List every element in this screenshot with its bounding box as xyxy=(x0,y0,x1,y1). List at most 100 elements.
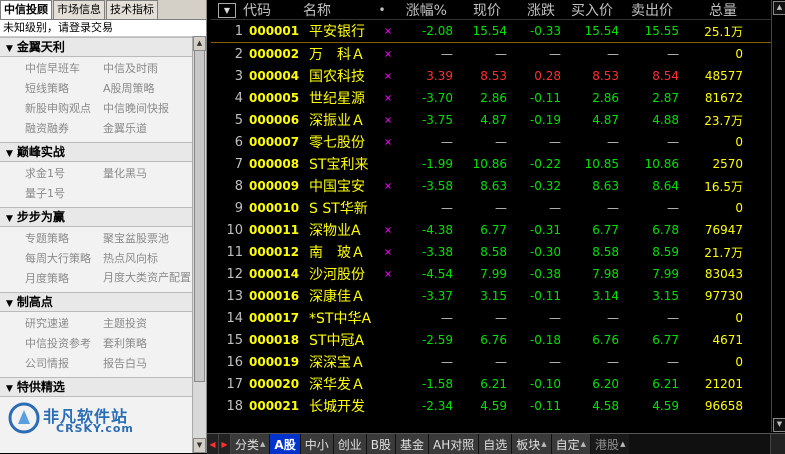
market-tab-label: 自选 xyxy=(483,437,508,452)
change-amount: -0.10 xyxy=(529,377,561,391)
table-row[interactable]: 15 000018 ST中冠A -2.59 6.76 -0.18 6.76 6.77 4671 xyxy=(211,329,771,351)
market-tab[interactable]: 创业 xyxy=(333,434,367,454)
menu-link[interactable]: 月度策略 xyxy=(25,269,103,289)
table-header: ▼ 代码 名称 • 涨幅% 现价 涨跌 买入价 卖出价 总量 xyxy=(211,0,771,20)
left-scrollbar[interactable]: ▲ ▼ xyxy=(192,36,206,453)
table-row[interactable]: 11 000012 南 玻Ａ × -3.38 8.58 -0.30 8.58 8.59 21.7万 xyxy=(211,241,771,263)
market-tab[interactable]: 基金 xyxy=(395,434,429,454)
tab-next-icon[interactable]: ▶ xyxy=(219,434,231,454)
section-header[interactable]: ▼ 步步为赢 xyxy=(0,207,206,227)
scroll-up-icon[interactable]: ▲ xyxy=(193,36,206,51)
table-row[interactable]: 18 000021 长城开发 -2.34 4.59 -0.11 4.58 4.59 96658 xyxy=(211,395,771,417)
header-change-pct[interactable]: 涨幅% xyxy=(391,0,447,20)
scroll-up-icon[interactable]: ▲ xyxy=(773,1,785,15)
table-row[interactable]: 7 000008 ST宝利来 -1.99 10.86 -0.22 10.85 10.86 257… xyxy=(211,153,771,175)
section-header[interactable]: ▼ 制高点 xyxy=(0,292,206,312)
menu-link[interactable]: 短线策略 xyxy=(25,79,103,99)
market-tab[interactable]: 自定 ▲ xyxy=(551,434,592,454)
menu-link[interactable]: 研究速递 xyxy=(25,314,103,334)
header-volume[interactable]: 总量 xyxy=(673,0,737,20)
tab-market-info[interactable]: 市场信息 xyxy=(53,0,105,19)
scroll-thumb[interactable] xyxy=(194,50,205,382)
market-tab[interactable]: AH对照 xyxy=(428,434,480,454)
market-tab[interactable]: B股 xyxy=(366,434,396,454)
last-price: 6.21 xyxy=(480,377,507,391)
table-row[interactable]: 1 000001 平安银行 × -2.08 15.54 -0.33 15.54 15.55 25.… xyxy=(211,20,771,43)
row-index: 12 xyxy=(226,266,243,282)
menu-link[interactable]: A股周策略 xyxy=(103,79,203,99)
section-header[interactable]: ▼ 巅峰实战 xyxy=(0,142,206,162)
dropdown-menu-icon[interactable]: ▼ xyxy=(218,3,236,18)
menu-link[interactable]: 中信及时雨 xyxy=(103,59,203,79)
menu-link[interactable]: 金翼乐道 xyxy=(103,119,203,139)
grid-scrollbar[interactable]: ▲ ▼ xyxy=(771,0,785,432)
table-row[interactable]: 9 000010 S ST华新 — — — — — 0 xyxy=(211,197,771,219)
header-name[interactable]: 名称 xyxy=(303,0,373,20)
margin-mark: × xyxy=(383,92,393,104)
section-title: 巅峰实战 xyxy=(16,145,65,159)
section-header[interactable]: ▼ 金翼天利 xyxy=(0,37,206,57)
header-menu[interactable]: ▼ xyxy=(211,1,243,18)
scroll-down-icon[interactable]: ▼ xyxy=(773,418,785,432)
change-amount: -0.18 xyxy=(529,333,561,347)
table-row[interactable]: 16 000019 深深宝Ａ — — — — — 0 xyxy=(211,351,771,373)
market-tab-label: 板块 xyxy=(516,437,541,452)
tab-technical-indicators[interactable]: 技术指标 xyxy=(106,0,158,19)
login-status[interactable]: 未知级别，请登录交易 xyxy=(0,20,206,37)
menu-link[interactable]: 公司情报 xyxy=(25,354,103,374)
menu-link[interactable]: 热点风向标 xyxy=(103,249,203,269)
menu-link[interactable]: 中信晚间快报 xyxy=(103,99,203,119)
menu-link[interactable]: 中信早班车 xyxy=(25,59,103,79)
last-price: — xyxy=(495,135,507,149)
menu-link[interactable]: 聚宝盆股票池 xyxy=(103,229,203,249)
table-row[interactable]: 13 000016 深康佳Ａ -3.37 3.15 -0.11 3.14 3.15 97730 xyxy=(211,285,771,307)
table-row[interactable]: 10 000011 深物业A × -4.38 6.77 -0.31 6.77 6.78 76947 xyxy=(211,219,771,241)
section-zhigaodian: ▼ 制高点 研究速递 主题投资 中信投资参考 套利策略 公司情报 报告白马 xyxy=(0,292,206,377)
header-price[interactable]: 现价 xyxy=(447,0,501,20)
market-tab[interactable]: 中小 xyxy=(300,434,334,454)
table-row[interactable]: 17 000020 深华发Ａ -1.58 6.21 -0.10 6.20 6.21 21201 xyxy=(211,373,771,395)
table-row[interactable]: 6 000007 零七股份 × — — — — — 0 xyxy=(211,131,771,153)
tab-zhongxin-tougu[interactable]: 中信投顾 xyxy=(0,0,52,19)
menu-link[interactable]: 量化黑马 xyxy=(103,164,203,184)
menu-link[interactable]: 月度大类资产配置 xyxy=(103,269,203,289)
market-tab[interactable]: 分类 ▲ xyxy=(231,434,271,454)
header-bid[interactable]: 买入价 xyxy=(555,0,613,20)
tab-prev-icon[interactable]: ◀ xyxy=(207,434,219,454)
scroll-down-icon[interactable]: ▼ xyxy=(193,438,206,453)
menu-link[interactable]: 求金1号 xyxy=(25,164,103,184)
menu-link[interactable]: 报告白马 xyxy=(103,354,203,374)
header-code[interactable]: 代码 xyxy=(243,0,303,20)
table-row[interactable]: 5 000006 深振业Ａ × -3.75 4.87 -0.19 4.87 4.88 23.7万 xyxy=(211,109,771,131)
bid-price: 4.58 xyxy=(592,399,619,413)
stock-code: 000004 xyxy=(249,69,300,83)
bid-price: 7.98 xyxy=(592,267,619,281)
section-header[interactable]: ▼ 特供精选 xyxy=(0,377,206,397)
table-row[interactable]: 3 000004 国农科技 × 3.39 8.53 0.28 8.53 8.54 48577 xyxy=(211,65,771,87)
header-change[interactable]: 涨跌 xyxy=(501,0,555,20)
section-title: 步步为赢 xyxy=(16,210,65,224)
menu-link[interactable]: 套利策略 xyxy=(103,334,203,354)
change-amount: -0.38 xyxy=(529,267,561,281)
table-row[interactable]: 2 000002 万 科Ａ × — — — — — 0 xyxy=(211,43,771,65)
market-tab[interactable]: 港股 ▲ xyxy=(591,434,631,454)
change-amount: — xyxy=(549,47,561,61)
table-row[interactable]: 4 000005 世纪星源 × -3.70 2.86 -0.11 2.86 2.87 81672 xyxy=(211,87,771,109)
header-ask[interactable]: 卖出价 xyxy=(613,0,673,20)
menu-link[interactable]: 量子1号 xyxy=(25,184,103,204)
market-tab[interactable]: 自选 xyxy=(479,434,513,454)
menu-link[interactable]: 专题策略 xyxy=(25,229,103,249)
menu-link[interactable]: 中信投资参考 xyxy=(25,334,103,354)
table-row[interactable]: 8 000009 中国宝安 × -3.58 8.63 -0.32 8.63 8.64 16.5万 xyxy=(211,175,771,197)
menu-link[interactable]: 每周大行策略 xyxy=(25,249,103,269)
header-mark[interactable]: • xyxy=(373,3,391,17)
stock-code: 000007 xyxy=(249,135,300,149)
table-row[interactable]: 14 000017 *ST中华A — — — — — 0 xyxy=(211,307,771,329)
ask-price: 6.78 xyxy=(652,223,679,237)
menu-link[interactable]: 新股申购观点 xyxy=(25,99,103,119)
menu-link[interactable]: 融资融券 xyxy=(25,119,103,139)
market-tab[interactable]: A股 xyxy=(270,434,301,454)
market-tab[interactable]: 板块 ▲ xyxy=(512,434,552,454)
table-row[interactable]: 12 000014 沙河股份 × -4.54 7.99 -0.38 7.98 7.99 83043 xyxy=(211,263,771,285)
menu-link[interactable]: 主题投资 xyxy=(103,314,203,334)
